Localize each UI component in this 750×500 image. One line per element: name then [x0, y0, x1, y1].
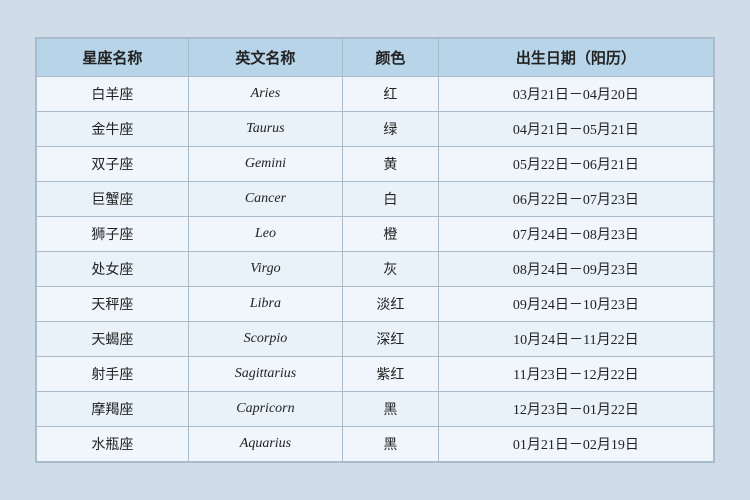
table-row: 白羊座Aries红03月21日－04月20日 [37, 77, 714, 112]
cell-color: 黑 [343, 427, 439, 462]
zodiac-table-container: 星座名称 英文名称 颜色 出生日期（阳历） 白羊座Aries红03月21日－04… [35, 37, 715, 463]
cell-dates: 06月22日－07月23日 [438, 182, 713, 217]
cell-english: Taurus [188, 112, 342, 147]
cell-chinese: 白羊座 [37, 77, 189, 112]
cell-chinese: 天蝎座 [37, 322, 189, 357]
cell-chinese: 处女座 [37, 252, 189, 287]
cell-color: 白 [343, 182, 439, 217]
cell-color: 紫红 [343, 357, 439, 392]
table-row: 巨蟹座Cancer白06月22日－07月23日 [37, 182, 714, 217]
cell-color: 灰 [343, 252, 439, 287]
zodiac-table: 星座名称 英文名称 颜色 出生日期（阳历） 白羊座Aries红03月21日－04… [36, 38, 714, 462]
table-row: 处女座Virgo灰08月24日－09月23日 [37, 252, 714, 287]
table-row: 金牛座Taurus绿04月21日－05月21日 [37, 112, 714, 147]
table-row: 双子座Gemini黄05月22日－06月21日 [37, 147, 714, 182]
cell-dates: 11月23日－12月22日 [438, 357, 713, 392]
cell-dates: 03月21日－04月20日 [438, 77, 713, 112]
cell-chinese: 摩羯座 [37, 392, 189, 427]
cell-english: Virgo [188, 252, 342, 287]
table-row: 天秤座Libra淡红09月24日－10月23日 [37, 287, 714, 322]
cell-dates: 04月21日－05月21日 [438, 112, 713, 147]
table-header-row: 星座名称 英文名称 颜色 出生日期（阳历） [37, 39, 714, 77]
cell-chinese: 狮子座 [37, 217, 189, 252]
cell-dates: 12月23日－01月22日 [438, 392, 713, 427]
cell-chinese: 金牛座 [37, 112, 189, 147]
cell-dates: 07月24日－08月23日 [438, 217, 713, 252]
cell-color: 黑 [343, 392, 439, 427]
table-row: 摩羯座Capricorn黑12月23日－01月22日 [37, 392, 714, 427]
cell-color: 深红 [343, 322, 439, 357]
cell-chinese: 双子座 [37, 147, 189, 182]
cell-english: Libra [188, 287, 342, 322]
table-row: 天蝎座Scorpio深红10月24日－11月22日 [37, 322, 714, 357]
cell-color: 绿 [343, 112, 439, 147]
cell-english: Capricorn [188, 392, 342, 427]
cell-color: 橙 [343, 217, 439, 252]
col-header-dates: 出生日期（阳历） [438, 39, 713, 77]
cell-dates: 01月21日－02月19日 [438, 427, 713, 462]
table-row: 狮子座Leo橙07月24日－08月23日 [37, 217, 714, 252]
cell-chinese: 射手座 [37, 357, 189, 392]
cell-chinese: 巨蟹座 [37, 182, 189, 217]
cell-dates: 10月24日－11月22日 [438, 322, 713, 357]
cell-dates: 08月24日－09月23日 [438, 252, 713, 287]
col-header-english: 英文名称 [188, 39, 342, 77]
cell-english: Leo [188, 217, 342, 252]
col-header-chinese: 星座名称 [37, 39, 189, 77]
table-row: 水瓶座Aquarius黑01月21日－02月19日 [37, 427, 714, 462]
cell-color: 红 [343, 77, 439, 112]
cell-color: 黄 [343, 147, 439, 182]
cell-dates: 09月24日－10月23日 [438, 287, 713, 322]
cell-english: Cancer [188, 182, 342, 217]
table-body: 白羊座Aries红03月21日－04月20日金牛座Taurus绿04月21日－0… [37, 77, 714, 462]
cell-english: Aries [188, 77, 342, 112]
cell-chinese: 天秤座 [37, 287, 189, 322]
cell-dates: 05月22日－06月21日 [438, 147, 713, 182]
cell-english: Scorpio [188, 322, 342, 357]
cell-english: Gemini [188, 147, 342, 182]
col-header-color: 颜色 [343, 39, 439, 77]
table-row: 射手座Sagittarius紫红11月23日－12月22日 [37, 357, 714, 392]
cell-chinese: 水瓶座 [37, 427, 189, 462]
cell-english: Sagittarius [188, 357, 342, 392]
cell-english: Aquarius [188, 427, 342, 462]
cell-color: 淡红 [343, 287, 439, 322]
